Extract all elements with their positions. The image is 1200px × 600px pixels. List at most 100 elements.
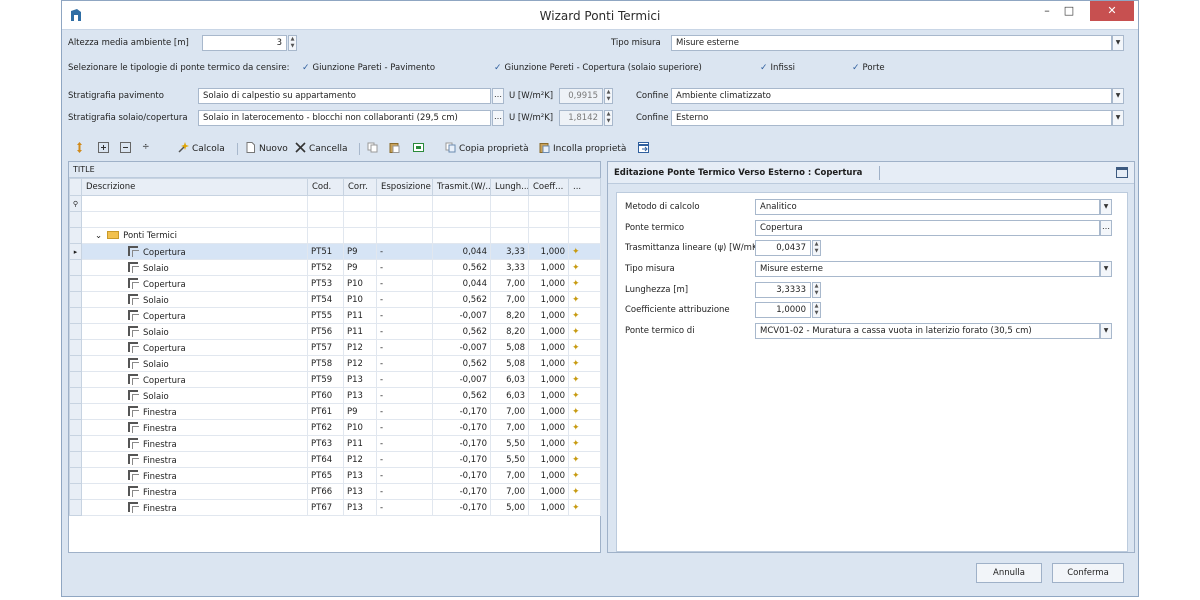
strat-pavimento-browse-button[interactable]: … bbox=[492, 88, 504, 104]
export-icon[interactable] bbox=[638, 142, 652, 154]
copy-icon[interactable] bbox=[367, 142, 381, 154]
confine-copertura-select[interactable]: Esterno bbox=[671, 110, 1112, 126]
tipo-misura-dropdown[interactable]: ▼ bbox=[1112, 35, 1124, 51]
table-row[interactable]: Solaio PT52 P9-0,562 3,33 1,000 ✦ bbox=[69, 259, 601, 276]
row-indicator[interactable] bbox=[69, 435, 82, 452]
column-header-trasmittanza[interactable]: Trasmit.(W/... bbox=[432, 178, 491, 196]
row-indicator[interactable]: ▸ bbox=[69, 243, 82, 260]
calcola-button[interactable]: Calcola bbox=[178, 142, 225, 154]
column-header-cod[interactable]: Cod. bbox=[307, 178, 344, 196]
strat-copertura-browse-button[interactable]: … bbox=[492, 110, 504, 126]
incolla-proprieta-button[interactable]: Incolla proprietà bbox=[539, 142, 626, 154]
ponte-di-select[interactable]: MCV01-02 - Muratura a cassa vuota in lat… bbox=[755, 323, 1100, 339]
fit-icon[interactable] bbox=[413, 142, 427, 154]
metodo-select[interactable]: Analitico bbox=[755, 199, 1100, 215]
row-calc-button[interactable]: ✦ bbox=[568, 323, 601, 340]
row-indicator[interactable] bbox=[69, 451, 82, 468]
table-row[interactable]: Solaio PT58 P12-0,562 5,08 1,000 ✦ bbox=[69, 355, 601, 372]
row-indicator[interactable] bbox=[69, 307, 82, 324]
lungh-spinner[interactable]: ▲ ▼ bbox=[812, 282, 821, 298]
row-calc-button[interactable]: ✦ bbox=[568, 435, 601, 452]
row-indicator[interactable] bbox=[69, 339, 82, 356]
column-header-lunghezza[interactable]: Lungh... bbox=[490, 178, 529, 196]
table-row[interactable]: Finestra PT67 P13- -0,170 5,00 1,000 ✦ bbox=[69, 499, 601, 516]
row-calc-button[interactable]: ✦ bbox=[568, 339, 601, 356]
row-indicator[interactable] bbox=[69, 259, 82, 276]
table-row[interactable]: Finestra PT61 P9- -0,170 7,00 1,000 ✦ bbox=[69, 403, 601, 420]
checkbox-giunzione-copertura[interactable]: ✓ Giunzione Pereti - Copertura (solaio su… bbox=[494, 63, 702, 73]
nuovo-button[interactable]: Nuovo bbox=[245, 142, 288, 154]
filter-row[interactable]: ⚲ bbox=[69, 195, 601, 212]
lungh-input[interactable]: 3,3333 bbox=[755, 282, 811, 298]
row-indicator[interactable] bbox=[69, 419, 82, 436]
collapse-all-icon[interactable] bbox=[120, 142, 134, 154]
checkbox-infissi[interactable]: ✓ Infissi bbox=[760, 63, 795, 73]
row-indicator[interactable] bbox=[69, 387, 82, 404]
row-calc-button[interactable]: ✦ bbox=[568, 355, 601, 372]
table-row[interactable]: Solaio PT60 P13-0,562 6,03 1,000 ✦ bbox=[69, 387, 601, 404]
row-calc-button[interactable]: ✦ bbox=[568, 467, 601, 484]
row-calc-button[interactable]: ✦ bbox=[568, 499, 601, 516]
confine-pavimento-select[interactable]: Ambiente climatizzato bbox=[671, 88, 1112, 104]
ponte-browse-button[interactable]: … bbox=[1100, 220, 1112, 236]
row-indicator[interactable] bbox=[69, 275, 82, 292]
row-calc-button[interactable]: ✦ bbox=[568, 371, 601, 388]
table-row[interactable]: Solaio PT54 P10-0,562 7,00 1,000 ✦ bbox=[69, 291, 601, 308]
trasm-spinner[interactable]: ▲ ▼ bbox=[812, 240, 821, 256]
conferma-button[interactable]: Conferma bbox=[1052, 563, 1124, 583]
table-row[interactable]: Finestra PT65 P13- -0,170 7,00 1,000 ✦ bbox=[69, 467, 601, 484]
tipo-select[interactable]: Misure esterne bbox=[755, 261, 1100, 277]
coeff-spinner[interactable]: ▲ ▼ bbox=[812, 302, 821, 318]
altezza-input[interactable]: 3 bbox=[202, 35, 287, 51]
column-header-more[interactable]: ... bbox=[568, 178, 601, 196]
checkbox-porte[interactable]: ✓ Porte bbox=[852, 63, 885, 73]
cancella-button[interactable]: Cancella bbox=[295, 142, 348, 154]
column-header-corr[interactable]: Corr. bbox=[343, 178, 377, 196]
tipo-dropdown[interactable]: ▼ bbox=[1100, 261, 1112, 277]
strat-copertura-field[interactable]: Solaio in laterocemento - blocchi non co… bbox=[198, 110, 491, 126]
group-row[interactable]: ⌄ Ponti Termici bbox=[69, 227, 601, 244]
row-calc-button[interactable]: ✦ bbox=[568, 403, 601, 420]
row-calc-button[interactable]: ✦ bbox=[568, 275, 601, 292]
row-indicator[interactable] bbox=[69, 355, 82, 372]
row-calc-button[interactable]: ✦ bbox=[568, 307, 601, 324]
row-indicator[interactable] bbox=[69, 403, 82, 420]
trasm-input[interactable]: 0,0437 bbox=[755, 240, 811, 256]
move-icon[interactable] bbox=[74, 142, 88, 154]
confine-pavimento-dropdown[interactable]: ▼ bbox=[1112, 88, 1124, 104]
panel-window-icon[interactable] bbox=[1116, 167, 1128, 178]
column-header-esposizione[interactable]: Esposizione bbox=[376, 178, 433, 196]
table-row[interactable]: Copertura PT59 P13- -0,007 6,03 1,000 ✦ bbox=[69, 371, 601, 388]
row-indicator[interactable] bbox=[69, 291, 82, 308]
row-indicator[interactable] bbox=[69, 483, 82, 500]
row-calc-button[interactable]: ✦ bbox=[568, 243, 601, 260]
close-button[interactable]: ✕ bbox=[1090, 1, 1134, 21]
row-indicator[interactable] bbox=[69, 371, 82, 388]
row-calc-button[interactable]: ✦ bbox=[568, 387, 601, 404]
row-indicator[interactable] bbox=[69, 467, 82, 484]
coeff-input[interactable]: 1,0000 bbox=[755, 302, 811, 318]
minimize-button[interactable]: – bbox=[1036, 1, 1058, 21]
table-row[interactable]: Copertura PT57 P12- -0,007 5,08 1,000 ✦ bbox=[69, 339, 601, 356]
expand-all-icon[interactable] bbox=[98, 142, 112, 154]
table-row[interactable]: Finestra PT66 P13- -0,170 7,00 1,000 ✦ bbox=[69, 483, 601, 500]
ponte-di-dropdown[interactable]: ▼ bbox=[1100, 323, 1112, 339]
row-calc-button[interactable]: ✦ bbox=[568, 419, 601, 436]
table-row[interactable]: ▸ Copertura PT51 P9-0,044 3,33 1,000 ✦ bbox=[69, 243, 601, 260]
copia-proprieta-button[interactable]: Copia proprietà bbox=[445, 142, 529, 154]
column-header-coefficiente[interactable]: Coeff... bbox=[528, 178, 569, 196]
chevron-down-icon[interactable]: ⌄ bbox=[95, 231, 102, 241]
row-indicator[interactable] bbox=[69, 323, 82, 340]
metodo-dropdown[interactable]: ▼ bbox=[1100, 199, 1112, 215]
annulla-button[interactable]: Annulla bbox=[976, 563, 1042, 583]
row-calc-button[interactable]: ✦ bbox=[568, 451, 601, 468]
ponte-field[interactable]: Copertura bbox=[755, 220, 1100, 236]
table-row[interactable]: Copertura PT55 P11- -0,007 8,20 1,000 ✦ bbox=[69, 307, 601, 324]
divide-icon[interactable]: ÷ bbox=[142, 142, 150, 152]
strat-pavimento-field[interactable]: Solaio di calpestio su appartamento bbox=[198, 88, 491, 104]
table-row[interactable]: Finestra PT62 P10- -0,170 7,00 1,000 ✦ bbox=[69, 419, 601, 436]
row-indicator[interactable] bbox=[69, 499, 82, 516]
row-calc-button[interactable]: ✦ bbox=[568, 483, 601, 500]
row-calc-button[interactable]: ✦ bbox=[568, 291, 601, 308]
tipo-misura-select[interactable]: Misure esterne bbox=[671, 35, 1112, 51]
